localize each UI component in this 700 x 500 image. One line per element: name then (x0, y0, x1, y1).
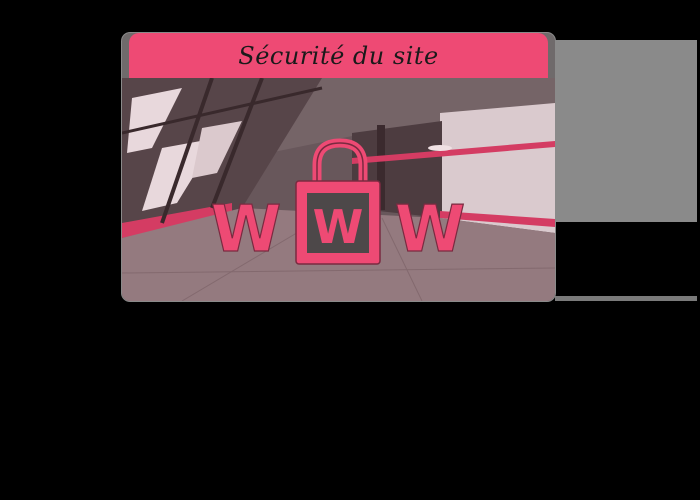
logo-letter-left: W (211, 193, 282, 267)
site-security-card: Sécurité du site W W W (122, 33, 555, 301)
logo-letter-center: W (313, 200, 364, 254)
logo-letter-right: W (395, 193, 466, 267)
background-strip (555, 296, 697, 301)
background-card (545, 40, 697, 222)
padlock-icon: W W W (210, 138, 466, 268)
